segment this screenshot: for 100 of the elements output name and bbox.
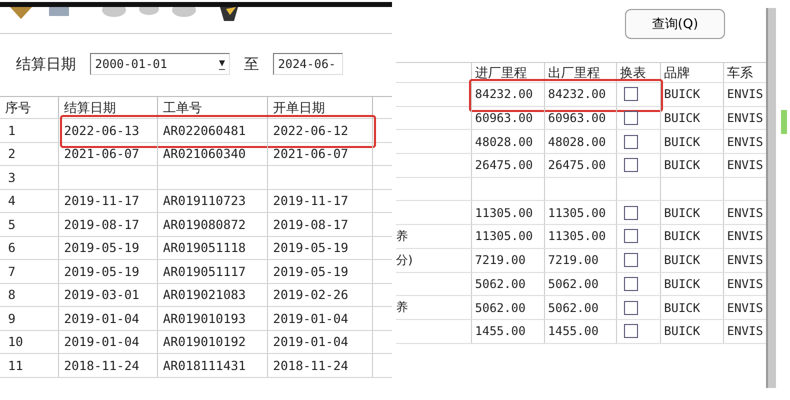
table-cell-text: 1 (7, 122, 17, 140)
settle-date-label: 结算日期 (16, 54, 76, 74)
table-cell: 2019-08-17 (58, 213, 157, 236)
table-cell: 2018-11-24 (267, 354, 372, 376)
table-cell: 2019-05-19 (58, 260, 157, 282)
query-button[interactable]: 查询(Q) (625, 9, 725, 39)
table-cell: 2019-05-19 (58, 236, 157, 259)
table-cell: BUICK (660, 130, 723, 154)
table-cell-text: 2 (7, 145, 17, 164)
table-cell: AR018111431 (157, 354, 267, 376)
table-cell: AR019051117 (157, 260, 267, 282)
table-cell: 2019-01-04 (267, 330, 372, 353)
checkbox[interactable] (624, 111, 638, 126)
table-cell: 2019-02-26 (267, 284, 372, 306)
table-cell: AR019110723 (157, 190, 267, 212)
checkbox[interactable] (624, 229, 638, 244)
table-cell: BUICK (660, 296, 723, 319)
table-cell: 2022-06-12 (267, 119, 372, 142)
table-cell: 2019-11-17 (267, 190, 372, 212)
table-cell: AR019080872 (157, 213, 267, 236)
column-header: 换表 (616, 63, 660, 82)
table-cell: 7219.00 (544, 248, 616, 272)
table-cell: 5062.00 (544, 296, 616, 319)
column-header: 开单日期 (267, 97, 372, 118)
table-cell: 11305.00 (471, 201, 544, 224)
table-cell-text: 9 (7, 310, 17, 328)
table-cell: 1455.00 (544, 320, 616, 343)
table-cell: 7219.00 (471, 248, 544, 272)
table-cell: 2021-06-07 (58, 142, 157, 165)
table-cell: AR022060481 (157, 119, 267, 142)
column-header: 出厂里程 (544, 63, 616, 82)
table-cell: 2019-11-17 (58, 190, 157, 212)
toolbar-icon[interactable] (218, 7, 240, 23)
table-cell: 5062.00 (544, 272, 616, 296)
table-cell: 2019-03-01 (58, 284, 157, 306)
table-cell: BUICK (660, 272, 723, 296)
table-cell-text: 10 (7, 333, 24, 352)
table-cell: 11305.00 (544, 225, 616, 248)
table-cell-text: 3 (7, 168, 17, 187)
table-cell: BUICK (660, 225, 723, 248)
table-cell: BUICK (660, 154, 723, 177)
table-cell: 84232.00 (471, 83, 544, 106)
table-cell: 2019-08-17 (267, 213, 372, 236)
table-cell: 11305.00 (471, 225, 544, 248)
checkbox[interactable] (624, 276, 638, 291)
table-cell-text: 11 (7, 356, 24, 375)
table-cell: 26475.00 (544, 154, 616, 177)
table-cell: 2019-05-19 (267, 236, 372, 259)
table-cell: 84232.00 (544, 83, 616, 106)
scrollbar[interactable] (766, 8, 776, 388)
table-cell: 2019-01-04 (267, 307, 372, 330)
checkbox[interactable] (624, 134, 638, 149)
column-header: 工单号 (157, 97, 267, 118)
table-cell: 2019-01-04 (58, 330, 157, 353)
column-header: 品牌 (660, 63, 723, 82)
checkbox[interactable] (624, 87, 638, 102)
table-cell: 2018-11-24 (58, 354, 157, 376)
table-cell-text: 5 (7, 216, 17, 234)
table-cell: 2019-01-04 (58, 307, 157, 330)
table-cell: AR019021083 (157, 284, 267, 306)
table-cell: AR019051118 (157, 236, 267, 259)
table-cell: BUICK (660, 248, 723, 272)
table-cell: 60963.00 (544, 106, 616, 130)
table-cell: 48028.00 (544, 130, 616, 154)
table-cell-text: 分) (396, 252, 414, 269)
table-cell: AR019010192 (157, 330, 267, 353)
table-cell: BUICK (660, 201, 723, 224)
table-cell-text: 6 (7, 239, 17, 258)
checkbox[interactable] (624, 158, 638, 172)
table-cell: AR021060340 (157, 142, 267, 165)
column-header: 序号 (4, 100, 32, 118)
table-cell-text: 养 (396, 299, 409, 316)
table-cell: BUICK (660, 320, 723, 343)
checkbox[interactable] (624, 324, 638, 338)
table-cell: 2022-06-13 (58, 119, 157, 142)
table-cell-text: 4 (7, 192, 17, 210)
table-cell: AR019010193 (157, 307, 267, 330)
table-cell: 1455.00 (471, 320, 544, 343)
scroll-thumb[interactable] (781, 110, 787, 134)
checkbox[interactable] (624, 300, 638, 315)
table-cell: 5062.00 (471, 272, 544, 296)
column-header: 结算日期 (58, 97, 157, 118)
table-cell: 2021-06-07 (267, 142, 372, 165)
table-cell-text: 养 (396, 228, 409, 245)
table-cell: 48028.00 (471, 130, 544, 154)
to-label: 至 (244, 54, 259, 74)
to-date-field[interactable]: 2024-06- (273, 53, 343, 75)
from-date-field[interactable]: 2000-01-01 ▼ (90, 53, 230, 75)
table-cell: 5062.00 (471, 296, 544, 319)
table-cell: 11305.00 (544, 201, 616, 224)
checkbox[interactable] (624, 253, 638, 268)
table-cell: BUICK (660, 83, 723, 106)
column-header: 进厂里程 (471, 63, 544, 82)
table-cell: 26475.00 (471, 154, 544, 177)
checkbox[interactable] (624, 206, 638, 220)
table-cell-text: 7 (7, 262, 17, 281)
table-cell: 2019-05-19 (267, 260, 372, 282)
table-cell: 60963.00 (471, 106, 544, 130)
table-cell-text: 8 (7, 286, 17, 304)
table-cell: BUICK (660, 106, 723, 130)
